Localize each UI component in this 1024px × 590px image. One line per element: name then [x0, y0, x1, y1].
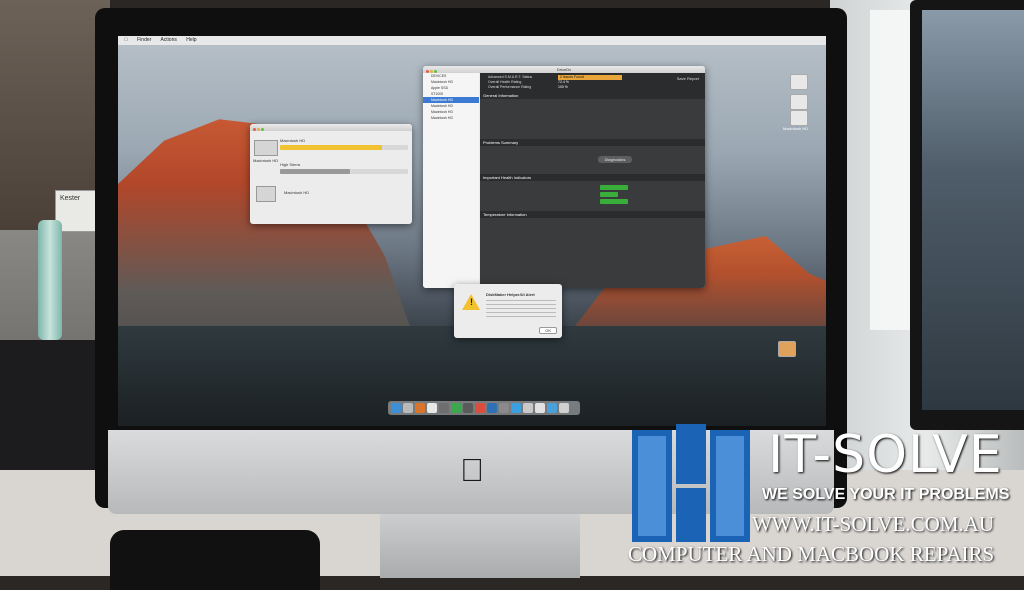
menu-item[interactable]: Help — [186, 37, 196, 43]
second-imac-screen — [922, 10, 1024, 410]
drivedx-window[interactable]: DriveDx DEVICES Macintosh HD Apple SSD S… — [423, 66, 705, 288]
volume-fill — [280, 145, 383, 150]
volume-name: Macintosh HD — [280, 138, 306, 143]
dock-app-icon[interactable] — [499, 403, 509, 413]
device-sidebar: DEVICES Macintosh HD Apple SSD ST1000 Ma… — [423, 73, 479, 288]
app-icon[interactable] — [778, 341, 796, 357]
health-bar — [600, 185, 628, 190]
section-title: Temperature Information — [480, 211, 705, 218]
dock-app-icon[interactable] — [547, 403, 557, 413]
volume-bar — [280, 145, 408, 150]
summary-value: 100 % — [558, 85, 568, 89]
drive-icon[interactable] — [790, 94, 808, 110]
summary-header: Advanced S.M.A.R.T. Status 2 Issues Found… — [480, 73, 705, 92]
flux-syringe — [38, 220, 62, 340]
desktop-icon-label: Macintosh HD — [783, 126, 809, 131]
health-indicators — [480, 181, 705, 211]
warning-icon — [462, 294, 480, 310]
brand-tagline: WE SOLVE YOUR IT PROBLEMS — [762, 486, 1010, 503]
alert-dialog[interactable]: DiskMaker Helper/UI Alert OK — [454, 284, 562, 338]
summary-label: Overall Performance Rating — [488, 85, 532, 89]
menu-item[interactable]: Actions — [160, 37, 176, 43]
dock-app-icon[interactable] — [463, 403, 473, 413]
health-bar — [600, 199, 628, 204]
dock-app-icon[interactable] — [475, 403, 485, 413]
section-title: Important Health Indicators — [480, 174, 705, 181]
general-info-rows — [480, 99, 705, 139]
health-bar — [600, 192, 618, 197]
office-chair — [110, 530, 320, 590]
volume-name: Macintosh HD — [284, 190, 310, 195]
dock-app-icon[interactable] — [511, 403, 521, 413]
disk-window-titlebar[interactable] — [250, 124, 412, 131]
hard-drive-icon — [254, 140, 278, 156]
volume-bar — [280, 169, 408, 174]
dock-app-icon[interactable] — [415, 403, 425, 413]
hard-drive-icon — [256, 186, 276, 202]
drivedx-titlebar[interactable]: DriveDx — [423, 66, 705, 73]
window-title: DriveDx — [556, 67, 572, 72]
report-panel: Advanced S.M.A.R.T. Status 2 Issues Found… — [480, 73, 705, 288]
dock-app-icon[interactable] — [523, 403, 533, 413]
dock-app-icon[interactable] — [559, 403, 569, 413]
brand-title: IT-SOLVE — [768, 425, 1003, 485]
dock-app-icon[interactable] — [439, 403, 449, 413]
diagnostics-button[interactable]: Diagnostics — [598, 156, 632, 163]
volume-fill — [280, 169, 351, 174]
mac-dock[interactable] — [388, 401, 580, 415]
dock-app-icon[interactable] — [487, 403, 497, 413]
dock-app-icon[interactable] — [403, 403, 413, 413]
save-report-button[interactable]: Save Report — [677, 76, 699, 81]
section-title: Problems Summary — [480, 139, 705, 146]
menu-item[interactable]: Finder — [137, 37, 151, 43]
alert-title: DiskMaker Helper/UI Alert — [486, 292, 535, 297]
it-solve-logo — [632, 424, 750, 542]
alert-message — [486, 300, 556, 320]
brand-url: WWW.IT-SOLVE.COM.AU — [752, 512, 995, 536]
imac-stand — [380, 508, 580, 578]
drive-icon[interactable] — [790, 110, 808, 126]
disk-window[interactable]: Macintosh HD Macintosh HD High Sierra Ma… — [250, 124, 412, 224]
brand-services: COMPUTER AND MACBOOK REPAIRS — [628, 542, 995, 566]
problems-rows: Diagnostics — [480, 146, 705, 174]
drive-icon[interactable] — [790, 74, 808, 90]
dock-app-icon[interactable] — [535, 403, 545, 413]
volume-name: High Sierra — [280, 162, 301, 167]
imac-screen:  Finder Actions Help Macintosh HD Macin… — [118, 36, 826, 426]
dock-app-icon[interactable] — [391, 403, 401, 413]
mac-menubar[interactable]:  Finder Actions Help — [118, 36, 826, 45]
apple-menu-icon[interactable]:  — [124, 37, 128, 43]
section-title: General Information — [480, 92, 705, 99]
sidebar-item-device[interactable]: Macintosh HD — [423, 115, 479, 121]
drive-label: Macintosh HD — [253, 158, 279, 163]
apple-logo-icon:  — [460, 452, 484, 489]
dock-app-icon[interactable] — [451, 403, 461, 413]
dock-app-icon[interactable] — [427, 403, 437, 413]
ok-button[interactable]: OK — [539, 327, 557, 334]
volume-list: Macintosh HD High Sierra — [280, 138, 408, 180]
